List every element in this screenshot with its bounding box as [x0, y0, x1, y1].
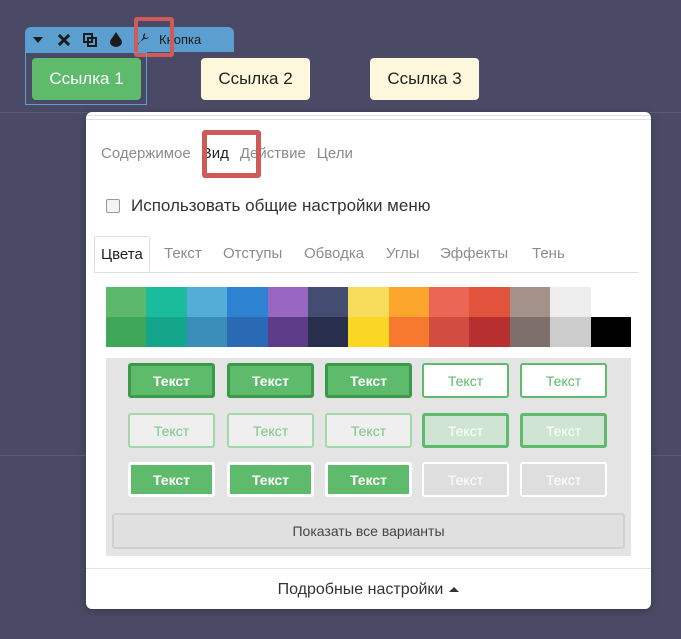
subtab-colors[interactable]: Цвета	[94, 236, 150, 272]
droplet-icon[interactable]	[103, 27, 129, 52]
caret-up-icon	[449, 587, 460, 592]
view-tab-highlight	[202, 130, 261, 178]
color-swatch[interactable]	[106, 317, 147, 347]
color-swatch[interactable]	[590, 317, 631, 347]
style-preset[interactable]: Текст	[422, 413, 509, 448]
shared-settings-row[interactable]: Использовать общие настройки меню	[106, 196, 430, 216]
color-swatch[interactable]	[429, 317, 470, 347]
color-swatch[interactable]	[388, 287, 430, 317]
color-swatch[interactable]	[509, 287, 551, 317]
subtab-text[interactable]: Текст	[164, 236, 202, 272]
subtab-corners[interactable]: Углы	[386, 236, 420, 272]
subtab-effects[interactable]: Эффекты	[440, 236, 508, 272]
link-button-2[interactable]: Ссылка 2	[201, 58, 310, 100]
link-button-1[interactable]: Ссылка 1	[32, 58, 141, 100]
show-all-variants-button[interactable]: Показать все варианты	[112, 513, 625, 549]
panel-top-border	[86, 112, 651, 124]
color-swatch[interactable]	[388, 317, 430, 347]
duplicate-icon[interactable]	[77, 27, 103, 52]
subtab-shadow[interactable]: Тень	[532, 236, 565, 272]
style-presets: Текст Текст Текст Текст Текст Текст Текс…	[106, 358, 631, 556]
tab-content[interactable]: Содержимое	[101, 145, 191, 162]
color-swatch[interactable]	[146, 317, 187, 347]
color-swatch[interactable]	[146, 287, 187, 317]
color-swatch[interactable]	[186, 317, 228, 347]
color-swatch[interactable]	[267, 317, 308, 347]
color-swatch[interactable]	[106, 287, 147, 317]
style-preset[interactable]: Текст	[227, 462, 314, 497]
color-swatch[interactable]	[307, 317, 349, 347]
color-swatch[interactable]	[550, 287, 591, 317]
element-toolbar: Кнопка	[25, 27, 234, 52]
color-swatch[interactable]	[469, 317, 510, 347]
color-swatch[interactable]	[509, 317, 551, 347]
color-swatch[interactable]	[469, 287, 510, 317]
color-swatch[interactable]	[348, 287, 389, 317]
wrench-highlight	[134, 17, 174, 57]
style-preset[interactable]: Текст	[227, 363, 314, 398]
advanced-settings-label: Подробные настройки	[277, 580, 444, 598]
style-preset[interactable]: Текст	[422, 363, 509, 398]
color-swatch[interactable]	[550, 317, 591, 347]
style-preset[interactable]: Текст	[128, 413, 215, 448]
style-preset[interactable]: Текст	[520, 462, 607, 497]
shared-settings-checkbox[interactable]	[106, 199, 120, 213]
color-swatch[interactable]	[267, 287, 308, 317]
tab-goals[interactable]: Цели	[317, 145, 353, 162]
style-preset[interactable]: Текст	[325, 363, 412, 398]
sub-tabs: Цвета Текст Отступы Обводка Углы Эффекты…	[94, 236, 639, 273]
style-preset[interactable]: Текст	[128, 363, 215, 398]
subtab-border[interactable]: Обводка	[304, 236, 364, 272]
color-swatch[interactable]	[429, 287, 470, 317]
shared-settings-label: Использовать общие настройки меню	[131, 196, 431, 215]
settings-panel: Содержимое Вид Действие Цели Использоват…	[86, 112, 651, 609]
color-swatch[interactable]	[186, 287, 228, 317]
link-button-3[interactable]: Ссылка 3	[370, 58, 479, 100]
style-preset[interactable]: Текст	[128, 462, 215, 497]
subtab-padding[interactable]: Отступы	[223, 236, 282, 272]
close-icon[interactable]	[51, 27, 77, 52]
style-preset[interactable]: Текст	[422, 462, 509, 497]
style-preset[interactable]: Текст	[520, 363, 607, 398]
color-swatch[interactable]	[227, 317, 268, 347]
color-swatch[interactable]	[590, 287, 631, 317]
advanced-settings-toggle[interactable]: Подробные настройки	[86, 568, 651, 609]
style-preset[interactable]: Текст	[325, 462, 412, 497]
style-preset[interactable]: Текст	[325, 413, 412, 448]
chevron-down-icon[interactable]	[25, 27, 51, 52]
style-preset[interactable]: Текст	[520, 413, 607, 448]
color-swatch[interactable]	[227, 287, 268, 317]
style-preset[interactable]: Текст	[227, 413, 314, 448]
color-palette	[106, 287, 631, 347]
color-swatch[interactable]	[307, 287, 349, 317]
color-swatch[interactable]	[348, 317, 389, 347]
